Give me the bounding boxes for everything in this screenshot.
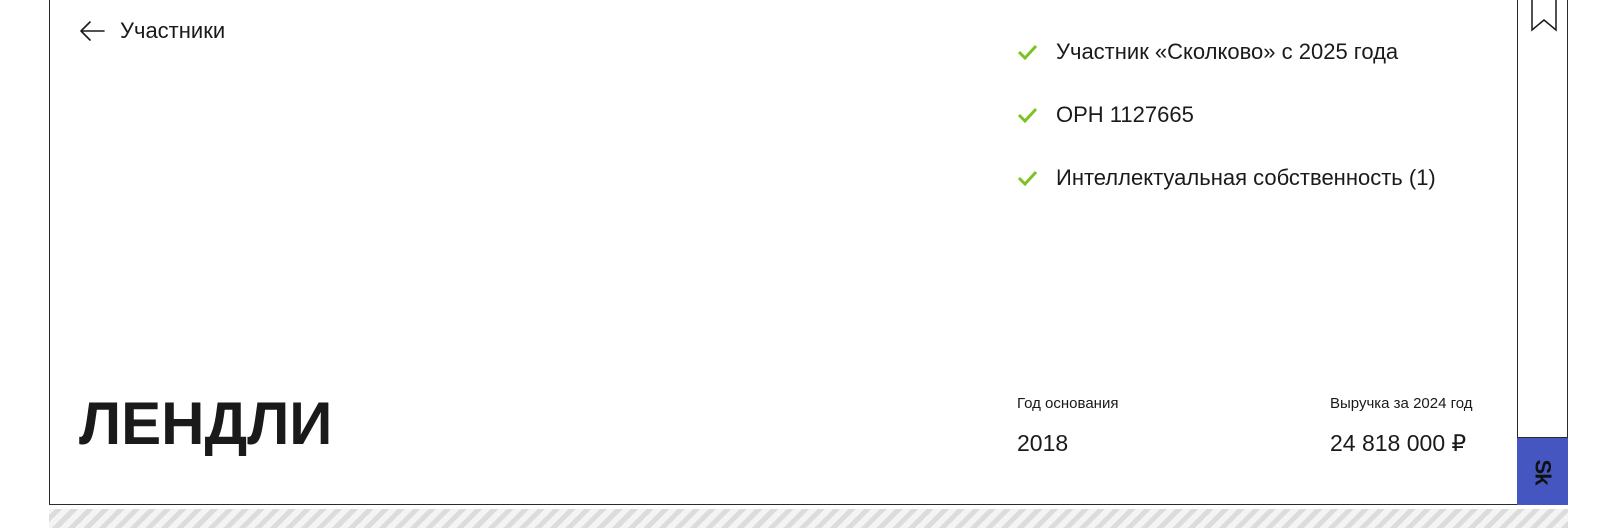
revenue-label: Выручка за 2024 год [1330, 395, 1473, 412]
founded-value: 2018 [1017, 430, 1069, 456]
feature-text: Участник «Сколково» с 2025 года [1056, 39, 1399, 64]
revenue-value: 24 818 000 ₽ [1330, 430, 1467, 456]
side-panel [1517, 0, 1568, 505]
striped-divider [49, 509, 1568, 528]
check-icon [1017, 170, 1038, 186]
arrow-left-icon [80, 21, 105, 41]
revenue-stat: Выручка за 2024 год 24 818 000 ₽ [1330, 394, 1473, 457]
feature-item: ОРН 1127665 [1017, 97, 1436, 133]
feature-text: Интеллектуальная собственность (1) [1056, 165, 1436, 190]
founded-label: Год основания [1017, 395, 1119, 412]
logo-text: Sk [1530, 459, 1556, 484]
bookmark-icon[interactable] [1531, 0, 1557, 32]
feature-item: Участник «Сколково» с 2025 года [1017, 34, 1436, 70]
feature-item: Интеллектуальная собственность (1) [1017, 160, 1436, 196]
check-icon [1017, 107, 1038, 123]
check-icon [1017, 44, 1038, 60]
back-link-label: Участники [120, 18, 226, 43]
founded-stat: Год основания 2018 [1017, 394, 1118, 457]
back-link[interactable]: Участники [79, 18, 225, 44]
company-name: ЛЕНДЛИ [79, 390, 333, 457]
skolkovo-logo[interactable]: Sk [1517, 437, 1568, 505]
feature-text: ОРН 1127665 [1056, 102, 1194, 127]
feature-list: Участник «Сколково» с 2025 года ОРН 1127… [1017, 34, 1436, 223]
